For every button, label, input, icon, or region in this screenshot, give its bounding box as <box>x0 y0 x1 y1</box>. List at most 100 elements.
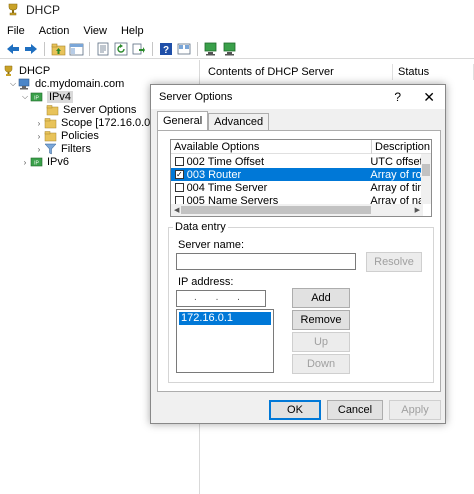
vertical-scrollbar[interactable] <box>421 154 431 204</box>
refresh-icon[interactable] <box>113 41 129 57</box>
properties-icon[interactable] <box>95 41 111 57</box>
export-list-icon[interactable] <box>131 41 147 57</box>
option-checkbox[interactable] <box>175 183 184 192</box>
tree-item-dhcp[interactable]: DHCP <box>2 64 50 78</box>
filter-icon <box>44 143 57 155</box>
down-button[interactable]: Down <box>292 354 350 374</box>
tree-item-policies[interactable]: › Policies <box>34 129 99 143</box>
dialog-title: Server Options <box>159 91 233 103</box>
tab-advanced[interactable]: Advanced <box>208 113 270 130</box>
tree-label: Policies <box>61 130 99 142</box>
list-header: Available Options Description <box>171 140 431 154</box>
menu-view[interactable]: View <box>76 25 114 37</box>
option-row[interactable]: 004 Time Server Array of time <box>171 181 421 194</box>
chevron-down-icon[interactable]: ⌵ <box>20 92 30 102</box>
folder-up-icon[interactable] <box>50 41 66 57</box>
ipv6-icon: IP <box>30 157 43 167</box>
chevron-right-icon[interactable]: › <box>20 158 30 167</box>
option-checkbox-checked[interactable]: ✓ <box>175 170 184 179</box>
chevron-right-icon[interactable]: › <box>34 119 44 128</box>
option-name: 004 Time Server <box>186 181 268 194</box>
menu-bar: File Action View Help <box>0 22 474 40</box>
tree-label: DHCP <box>19 65 51 77</box>
chevron-down-icon[interactable]: ⌵ <box>8 79 18 89</box>
tree-item-server[interactable]: ⌵ dc.mydomain.com <box>8 77 124 91</box>
svg-text:IP: IP <box>34 96 39 102</box>
forward-arrow-icon[interactable] <box>23 41 39 57</box>
tree-label: IPv6 <box>47 156 70 168</box>
scroll-left-icon[interactable]: ◀ <box>174 206 179 214</box>
available-options-list[interactable]: Available Options Description 002 Time O… <box>170 139 432 217</box>
column-header-status[interactable]: Status <box>393 64 474 80</box>
help-button[interactable]: ? <box>394 90 401 104</box>
option-row-selected[interactable]: ✓ 003 Router Array of rout <box>171 168 421 181</box>
server-options-dialog: Server Options ? ✕ General Advanced Avai… <box>150 84 446 424</box>
toolbar-separator <box>89 42 90 56</box>
ip-address-label: IP address: <box>178 276 234 288</box>
ip-list-item-selected[interactable]: 172.16.0.1 <box>179 312 271 325</box>
apply-button[interactable]: Apply <box>389 400 441 420</box>
tree-item-ipv4[interactable]: ⌵ IP IPv4 <box>20 90 74 104</box>
folder-icon <box>44 131 57 142</box>
chevron-right-icon[interactable]: › <box>34 145 44 154</box>
ip-address-input[interactable]: . . . <box>176 290 266 307</box>
ok-button[interactable]: OK <box>269 400 321 420</box>
menu-file[interactable]: File <box>0 25 32 37</box>
close-button[interactable]: ✕ <box>423 89 435 106</box>
column-header-available-options[interactable]: Available Options <box>171 140 372 154</box>
server-name-label: Server name: <box>178 239 245 251</box>
tab-strip: General Advanced <box>157 111 270 130</box>
toolbar-separator <box>44 42 45 56</box>
menu-help[interactable]: Help <box>114 25 151 37</box>
toolbar-separator <box>152 42 153 56</box>
resolve-button[interactable]: Resolve <box>366 252 422 272</box>
ipv4-icon: IP <box>30 92 43 102</box>
svg-text:IP: IP <box>34 161 39 167</box>
option-description: Array of rout <box>370 168 421 181</box>
toolbar-separator <box>197 42 198 56</box>
folder-icon <box>44 118 57 129</box>
option-row[interactable]: 002 Time Offset UTC offset i <box>171 155 421 168</box>
option-description: UTC offset i <box>370 155 421 168</box>
svg-text:?: ? <box>163 45 169 56</box>
tree-item-ipv6[interactable]: › IP IPv6 <box>20 155 69 169</box>
scrollbar-thumb[interactable] <box>422 164 430 176</box>
general-tab-panel: Available Options Description 002 Time O… <box>157 130 441 392</box>
console-tree-icon[interactable] <box>68 41 84 57</box>
tree-label: Server Options <box>63 104 137 116</box>
computer-connect-icon[interactable] <box>221 41 237 57</box>
server-name-input[interactable] <box>176 253 356 270</box>
scroll-right-icon[interactable]: ▶ <box>415 206 420 214</box>
tree-label: dc.mydomain.com <box>35 78 125 90</box>
column-header-contents[interactable]: Contents of DHCP Server <box>203 64 393 80</box>
tree-item-server-options[interactable]: Server Options <box>46 103 136 117</box>
option-checkbox[interactable] <box>175 157 184 166</box>
cancel-button[interactable]: Cancel <box>327 400 383 420</box>
folder-icon <box>46 105 59 116</box>
up-button[interactable]: Up <box>292 332 350 352</box>
remove-button[interactable]: Remove <box>292 310 350 330</box>
group-title: Data entry <box>173 221 228 233</box>
view-icon[interactable] <box>176 41 192 57</box>
computer-add-icon[interactable] <box>203 41 219 57</box>
dialog-title-bar: Server Options ? ✕ <box>151 85 445 109</box>
back-arrow-icon[interactable] <box>5 41 21 57</box>
option-name: 003 Router <box>186 168 242 181</box>
tree-label: Filters <box>61 143 91 155</box>
tree-item-filters[interactable]: › Filters <box>34 142 91 156</box>
option-description: Array of time <box>370 181 421 194</box>
window-title: DHCP <box>26 3 61 17</box>
dhcp-icon <box>4 65 13 76</box>
menu-action[interactable]: Action <box>32 25 77 37</box>
tab-general[interactable]: General <box>157 111 209 130</box>
horizontal-scrollbar[interactable]: ◀ ▶ <box>171 204 423 216</box>
scrollbar-thumb[interactable] <box>181 206 371 214</box>
toolbar: ? <box>0 40 474 59</box>
dhcp-app-icon <box>8 3 18 16</box>
help-icon[interactable]: ? <box>158 41 174 57</box>
add-button[interactable]: Add <box>292 288 350 308</box>
column-header-description[interactable]: Description <box>372 140 431 154</box>
ip-address-list[interactable]: 172.16.0.1 <box>176 309 274 373</box>
option-name: 002 Time Offset <box>186 155 265 168</box>
chevron-right-icon[interactable]: › <box>34 132 44 141</box>
